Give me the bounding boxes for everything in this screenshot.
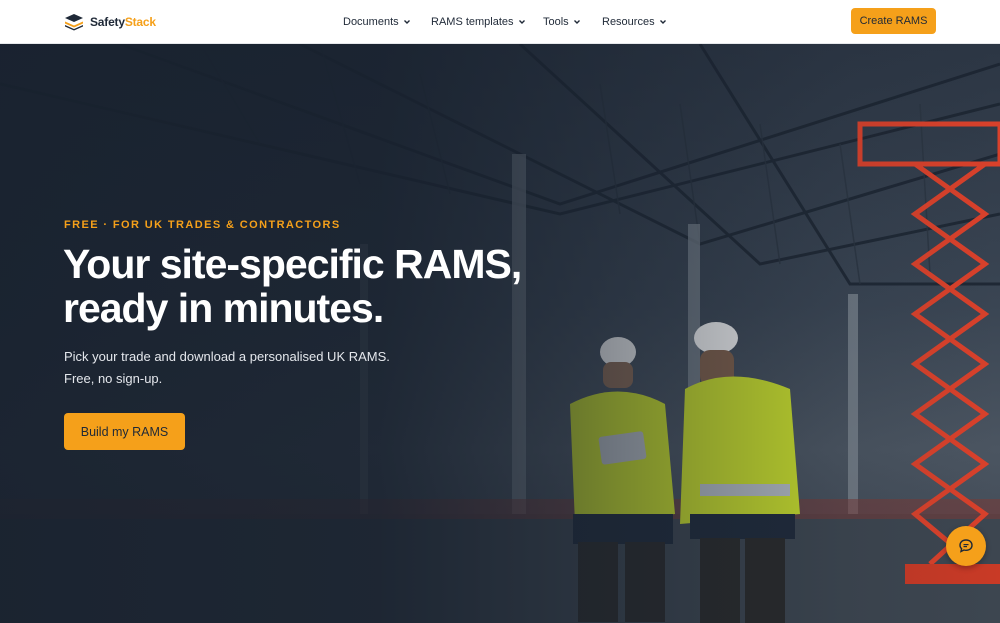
build-my-rams-button[interactable]: Build my RAMS	[64, 413, 185, 450]
chat-bubble-icon	[959, 539, 973, 553]
hero-headline-line-1: Your site-specific RAMS,	[63, 241, 522, 287]
nav-documents-label: Documents	[343, 16, 399, 28]
nav-documents[interactable]: Documents	[343, 14, 411, 30]
nav-rams-templates[interactable]: RAMS templates	[431, 14, 526, 30]
nav-rams-templates-label: RAMS templates	[431, 16, 514, 28]
hero-eyebrow: FREE · FOR UK TRADES & CONTRACTORS	[64, 219, 341, 231]
brand-logo[interactable]: SafetyStack	[64, 11, 156, 33]
nav-tools-label: Tools	[543, 16, 569, 28]
hero-headline-line-2: ready in minutes.	[63, 285, 384, 331]
chat-widget-button[interactable]	[946, 526, 986, 566]
brand-name: SafetyStack	[90, 15, 156, 29]
top-navbar: SafetyStack Documents RAMS templates Too…	[0, 0, 1000, 44]
hero-headline: Your site-specific RAMS, ready in minute…	[63, 242, 583, 330]
chevron-down-icon	[573, 20, 580, 24]
hero-subtext: Pick your trade and download a personali…	[64, 346, 424, 390]
nav-resources[interactable]: Resources	[602, 14, 667, 30]
chevron-down-icon	[659, 20, 666, 24]
create-rams-button[interactable]: Create RAMS	[851, 8, 936, 34]
hero-section: FREE · FOR UK TRADES & CONTRACTORS Your …	[0, 44, 1000, 623]
nav-resources-label: Resources	[602, 16, 655, 28]
nav-tools[interactable]: Tools	[543, 14, 581, 30]
hero-subtext-line-2: Free, no sign-up.	[64, 371, 163, 386]
chevron-down-icon	[403, 20, 410, 24]
chevron-down-icon	[518, 20, 525, 24]
hero-subtext-line-1: Pick your trade and download a personali…	[64, 349, 390, 364]
stack-logo-icon	[65, 14, 83, 31]
hero-dark-overlay	[0, 44, 1000, 623]
